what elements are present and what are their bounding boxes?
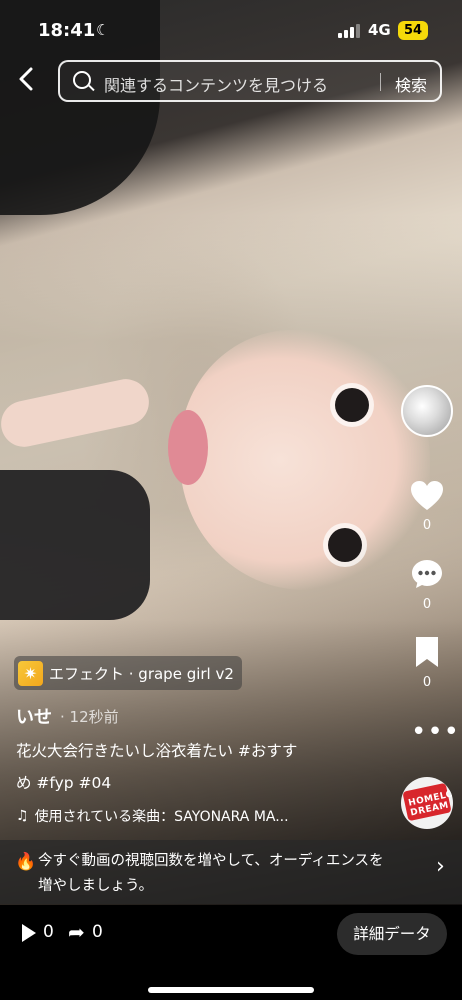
comment-icon[interactable] — [410, 557, 444, 591]
bookmark-icon[interactable] — [414, 635, 440, 669]
creator-avatar[interactable] — [401, 385, 453, 437]
flame-icon: 🔥 — [15, 852, 37, 872]
video-lips — [168, 410, 208, 485]
search-input[interactable]: 関連するコンテンツを見つける — [104, 72, 328, 96]
music-note-icon: ♫ — [16, 808, 29, 824]
video-face — [180, 330, 430, 590]
music-label: 使用されている楽曲：SAYONARA MA... — [34, 809, 289, 825]
play-icon — [22, 924, 36, 942]
more-options-button[interactable]: ••• — [411, 719, 460, 745]
music-info[interactable]: ♫ 使用されている楽曲：SAYONARA MA... — [16, 806, 289, 826]
promo-text-line-2: 増やしましょう。 — [38, 878, 154, 894]
save-count: 0 — [422, 675, 432, 690]
search-bar[interactable]: 関連するコンテンツを見つける 検索 — [58, 60, 442, 102]
bottom-bar: 0 ➦ 0 詳細データ — [0, 905, 462, 1000]
details-button[interactable]: 詳細データ — [337, 913, 447, 955]
signal-icon — [338, 24, 360, 38]
home-indicator — [148, 987, 314, 993]
search-divider — [380, 73, 381, 91]
battery-indicator: 54 — [398, 21, 428, 40]
video-eye-lower — [328, 528, 362, 562]
caption-line-1[interactable]: 花火大会行きたいし浴衣着たい #おすす — [16, 739, 297, 761]
like-count: 0 — [422, 518, 432, 533]
chevron-left-icon — [19, 67, 33, 91]
sound-disc[interactable]: HOMELON DREAM — [401, 777, 453, 829]
post-time: · 12秒前 — [60, 708, 119, 726]
back-button[interactable] — [16, 64, 40, 98]
network-label: 4G — [368, 21, 391, 39]
effect-tag[interactable]: ✷ エフェクト · grape girl v2 — [14, 656, 242, 690]
promo-text-line-1: 今すぐ動画の視聴回数を増やして、オーディエンスを — [38, 853, 384, 869]
caption-line-2[interactable]: め #fyp #04 — [16, 771, 111, 793]
sparkle-icon: ✷ — [18, 660, 43, 686]
play-count: 0 — [43, 922, 54, 942]
status-bar: 18:41 ☾ 4G 54 — [0, 0, 462, 60]
search-icon — [73, 71, 91, 89]
chevron-right-icon: › — [436, 854, 445, 879]
video-sleeve — [0, 470, 150, 620]
heart-icon[interactable] — [409, 478, 445, 514]
share-icon[interactable]: ➦ — [68, 920, 85, 944]
comment-count: 0 — [422, 597, 432, 612]
author-name[interactable]: いせ — [16, 703, 52, 729]
moon-icon: ☾ — [96, 21, 110, 39]
promote-banner[interactable]: 🔥 今すぐ動画の視聴回数を増やして、オーディエンスを 増やしましょう。 › — [0, 840, 462, 904]
status-time: 18:41 — [38, 20, 96, 41]
search-button[interactable]: 検索 — [395, 72, 427, 96]
share-count: 0 — [92, 922, 103, 942]
effect-label: エフェクト · grape girl v2 — [49, 664, 234, 683]
video-eye-upper — [335, 388, 369, 422]
